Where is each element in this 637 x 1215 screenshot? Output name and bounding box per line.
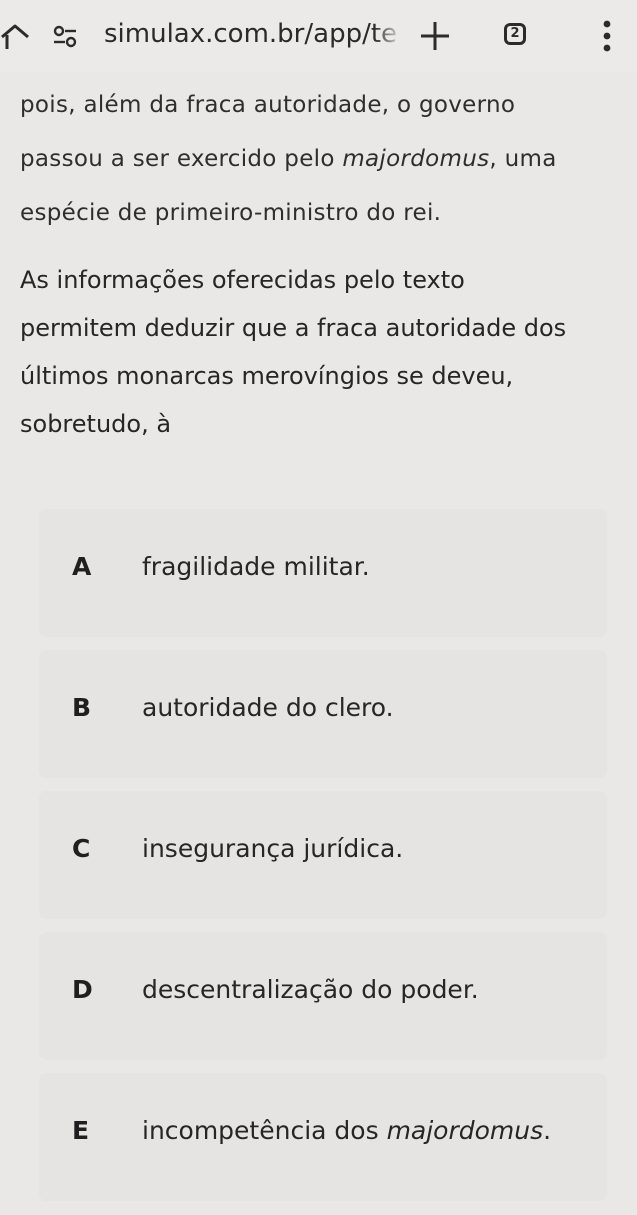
- passage-line: pois, além da fraca autoridade, o govern…: [20, 92, 516, 118]
- answer-option-d[interactable]: D descentralização do poder.: [40, 933, 606, 1059]
- option-text: fragilidade militar.: [142, 552, 370, 581]
- passage-italic-term: majordomus: [342, 146, 490, 172]
- home-icon[interactable]: [0, 20, 32, 54]
- option-letter: B: [72, 693, 92, 722]
- question-line: sobretudo, à: [20, 410, 172, 438]
- answer-option-c[interactable]: C insegurança jurídica.: [40, 792, 606, 918]
- option-text: descentralização do poder.: [142, 975, 479, 1004]
- browser-toolbar: simulax.com.br/app/te 2: [0, 0, 637, 72]
- answer-option-e[interactable]: E incompetência dos majordomus.: [40, 1074, 606, 1200]
- tab-count: 2: [510, 26, 520, 41]
- address-bar-fade: [374, 14, 410, 54]
- question-line: As informações oferecidas pelo texto: [20, 266, 465, 294]
- option-text: incompetência dos majordomus.: [142, 1115, 592, 1147]
- question-line: últimos monarcas merovíngios se deveu,: [20, 362, 514, 390]
- tab-switcher-button[interactable]: 2: [500, 19, 534, 53]
- passage-text: pois, além da fraca autoridade, o govern…: [20, 78, 625, 240]
- answer-options: A fragilidade militar. B autoridade do c…: [40, 510, 606, 1215]
- new-tab-button[interactable]: [414, 14, 456, 56]
- option-text-segment: incompetência dos: [142, 1116, 387, 1145]
- answer-option-a[interactable]: A fragilidade militar.: [40, 510, 606, 636]
- passage-text-segment: passou a ser exercido pelo: [20, 146, 343, 172]
- passage-text-segment: , uma: [489, 146, 557, 172]
- site-settings-icon[interactable]: [50, 22, 94, 52]
- option-letter: A: [72, 552, 92, 581]
- option-text: insegurança jurídica.: [142, 834, 404, 863]
- question-page: pois, além da fraca autoridade, o govern…: [0, 72, 637, 1202]
- option-text-segment: .: [543, 1116, 552, 1145]
- plus-icon: [421, 22, 449, 50]
- option-letter: E: [72, 1116, 90, 1145]
- passage-line: passou a ser exercido pelo majordomus, u…: [20, 132, 625, 186]
- option-letter: D: [72, 975, 93, 1004]
- question-line: permitem deduzir que a fraca autoridade …: [20, 314, 567, 342]
- address-bar[interactable]: simulax.com.br/app/te: [104, 14, 404, 54]
- option-italic-term: majordomus: [386, 1116, 544, 1145]
- option-letter: C: [72, 834, 91, 863]
- passage-line: espécie de primeiro-ministro do rei.: [20, 200, 442, 226]
- answer-option-b[interactable]: B autoridade do clero.: [40, 651, 606, 777]
- option-text: autoridade do clero.: [142, 693, 394, 722]
- question-stem: As informações oferecidas pelo texto per…: [20, 256, 620, 448]
- more-vertical-icon[interactable]: [592, 16, 622, 56]
